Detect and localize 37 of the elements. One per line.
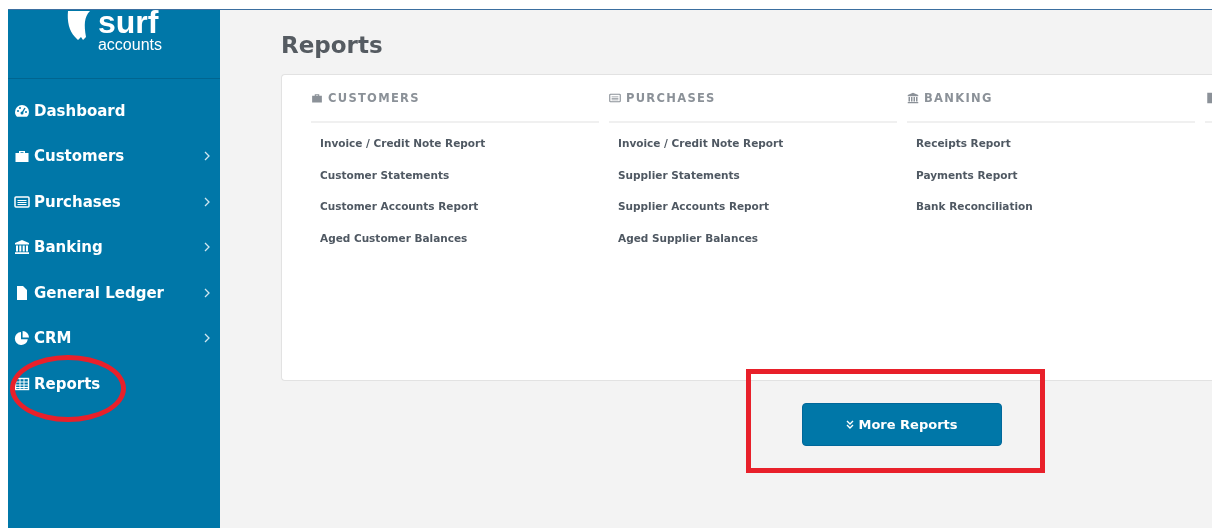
- report-link[interactable]: Supplier Statements: [618, 166, 740, 199]
- report-link[interactable]: Invoice / Credit Note Report: [320, 135, 486, 167]
- report-link[interactable]: Customer Statements: [320, 166, 450, 199]
- page-title: Reports: [281, 32, 384, 60]
- section-heading: CUSTOMERS: [328, 91, 420, 105]
- report-link[interactable]: Invoice / Credit Note Report: [618, 135, 784, 167]
- sidebar-item[interactable]: CRM: [8, 315, 220, 361]
- report-link[interactable]: Aged Customer Balances: [320, 229, 468, 262]
- section-heading: PURCHASES: [626, 91, 716, 105]
- report-link[interactable]: Supplier Accounts Report: [618, 198, 770, 230]
- briefcase-icon: [14, 148, 30, 165]
- table-icon: [14, 375, 30, 392]
- sidebar-item[interactable]: Customers: [8, 133, 220, 179]
- report-link[interactable]: Aged Supplier Balances: [618, 229, 758, 262]
- list-icon: [609, 92, 621, 104]
- pie-chart-icon: [14, 330, 30, 347]
- sidebar-item[interactable]: Dashboard: [8, 88, 220, 134]
- sidebar-item[interactable]: Reports: [8, 361, 220, 407]
- list-icon: [14, 193, 30, 210]
- sidebar-item[interactable]: Banking: [8, 224, 220, 270]
- bank-icon: [907, 92, 919, 104]
- gauge-icon: [14, 102, 30, 119]
- logo-tagline: accounts: [97, 37, 162, 53]
- document-icon: [14, 284, 30, 301]
- double-chevron-down-icon: [846, 420, 855, 429]
- logo-wordmark: surf: [97, 10, 159, 37]
- sidebar-item[interactable]: General Ledger: [8, 270, 220, 316]
- section-heading: BANKING: [924, 91, 993, 105]
- briefcase-icon: [311, 92, 323, 104]
- report-link[interactable]: Receipts Report: [916, 135, 1011, 167]
- report-link[interactable]: Customer Accounts Report: [320, 198, 479, 230]
- bank-icon: [14, 239, 30, 256]
- report-link[interactable]: Bank Reconciliation: [916, 198, 1033, 230]
- report-link[interactable]: Payments Report: [916, 166, 1018, 199]
- wave-logo-icon: [65, 11, 92, 41]
- sidebar-item[interactable]: Purchases: [8, 179, 220, 225]
- more-reports-button[interactable]: More Reports: [802, 403, 1002, 446]
